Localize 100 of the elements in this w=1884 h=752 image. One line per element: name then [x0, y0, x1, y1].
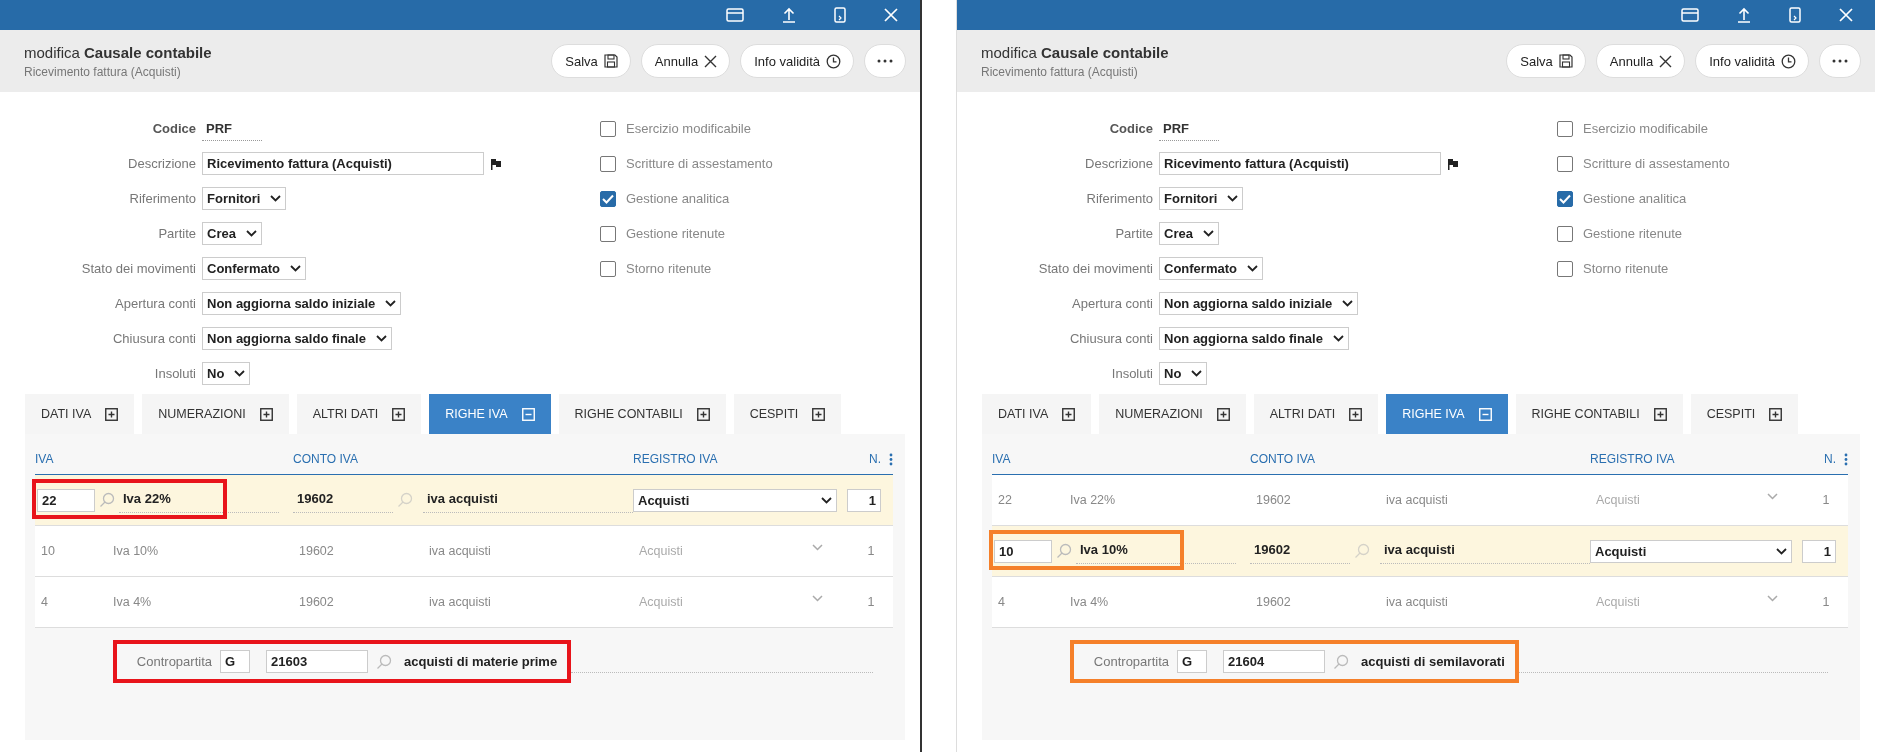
checkbox[interactable]	[1557, 155, 1573, 172]
description-field[interactable]: Ricevimento fattura (Acquisti)	[1159, 152, 1441, 175]
upload-icon[interactable]	[782, 7, 796, 23]
vertical-dots-icon[interactable]	[1844, 452, 1848, 466]
checkbox[interactable]	[600, 225, 616, 242]
vertical-dots-icon[interactable]	[889, 452, 893, 466]
save-button[interactable]: Salva	[1506, 44, 1586, 78]
dropdown[interactable]: Confermato	[202, 257, 306, 280]
tab[interactable]: CESPITI	[1690, 394, 1799, 434]
column-header: IVA	[992, 452, 1012, 466]
page-title: modifica Causale contabile	[24, 43, 212, 61]
tab[interactable]: ALTRI DATI	[1253, 394, 1379, 434]
plus-box-icon	[1653, 407, 1667, 421]
dropdown[interactable]: Crea	[1159, 222, 1219, 245]
table-cell-text: 1	[1821, 595, 1831, 609]
checkbox-label: Esercizio modificabile	[1583, 121, 1708, 136]
column-header: REGISTRO IVA	[1590, 452, 1676, 466]
table-cell-text: Iva 4%	[112, 595, 153, 609]
validity-button[interactable]: Info validità	[1695, 44, 1809, 78]
checkbox[interactable]	[600, 190, 616, 207]
table-cell: Acquisti	[1596, 493, 1640, 507]
tab[interactable]: RIGHE CONTABILI	[1515, 394, 1683, 434]
chevron-down-icon	[821, 496, 832, 504]
field-label: Stato dei movimenti	[80, 261, 196, 276]
tab[interactable]: CESPITI	[733, 394, 842, 434]
type-field[interactable]: G	[220, 650, 250, 673]
save-button[interactable]: Salva	[551, 44, 631, 78]
dropdown[interactable]: Fornitori	[1159, 187, 1244, 210]
tab[interactable]: NUMERAZIONI	[142, 394, 289, 434]
table-cell-text: Iva 10%	[112, 544, 160, 558]
type-field[interactable]: G	[1177, 650, 1207, 673]
account-field[interactable]: 21604	[1223, 650, 1325, 673]
dropdown[interactable]: No	[202, 362, 251, 385]
field-label: Contropartita	[1092, 654, 1169, 669]
tab[interactable]: NUMERAZIONI	[1099, 394, 1246, 434]
column-header: REGISTRO IVA	[633, 452, 719, 466]
dropdown[interactable]: Fornitori	[202, 187, 287, 210]
dropdown[interactable]: Acquisti	[1590, 539, 1792, 563]
validity-button[interactable]: Info validità	[740, 44, 854, 78]
chevron-down-icon	[812, 595, 823, 602]
checkbox-label: Storno ritenute	[1583, 261, 1669, 276]
close-icon[interactable]	[1839, 8, 1853, 22]
close-icon[interactable]	[884, 8, 898, 22]
checkbox-label: Storno ritenute	[626, 261, 712, 276]
dropdown[interactable]: Acquisti	[633, 488, 837, 512]
dropdown[interactable]: Non aggiorna saldo iniziale	[1159, 292, 1359, 315]
table-cell: 19602	[293, 487, 393, 513]
table-row[interactable]: 4 Iva 4% 19602 iva acquisti Acquisti 1	[992, 577, 1848, 628]
number-field[interactable]: 1	[847, 488, 881, 512]
tab[interactable]: RIGHE CONTABILI	[558, 394, 726, 434]
dropdown[interactable]: Non aggiorna saldo finale	[1159, 327, 1349, 350]
table-row[interactable]: 10 Iva 10% 19602 iva acquisti Acquisti 1	[35, 526, 893, 577]
flag-icon[interactable]	[1447, 157, 1459, 170]
table-row[interactable]: 4 Iva 4% 19602 iva acquisti Acquisti 1	[35, 577, 893, 628]
flag-icon[interactable]	[490, 157, 502, 170]
plus-box-icon	[696, 407, 710, 421]
field-label: Insoluti	[1110, 366, 1153, 381]
chevron-down-icon	[385, 300, 397, 307]
iva-field[interactable]: 22	[37, 488, 95, 512]
checkbox[interactable]	[600, 260, 616, 277]
upload-icon[interactable]	[1737, 7, 1751, 23]
checkbox[interactable]	[600, 120, 616, 137]
checkbox[interactable]	[1557, 190, 1573, 207]
tab[interactable]: DATI IVA	[982, 394, 1092, 434]
description-field[interactable]: Ricevimento fattura (Acquisti)	[202, 152, 484, 175]
field-label: Chiusura conti	[1068, 331, 1153, 346]
chevron-down-icon	[1227, 195, 1239, 202]
checkbox[interactable]	[600, 155, 616, 172]
dropdown[interactable]: Non aggiorna saldo finale	[202, 327, 392, 350]
dropdown[interactable]: Non aggiorna saldo iniziale	[202, 292, 402, 315]
phone-icon[interactable]	[834, 7, 846, 23]
dropdown[interactable]: Confermato	[1159, 257, 1263, 280]
dots-icon	[1832, 59, 1848, 63]
field-label: Riferimento	[128, 191, 196, 206]
window-icon[interactable]	[726, 8, 744, 22]
tab[interactable]: DATI IVA	[25, 394, 135, 434]
table-cell-text: iva acquisti	[1385, 493, 1449, 507]
checkbox[interactable]	[1557, 260, 1573, 277]
dropdown[interactable]: Crea	[202, 222, 262, 245]
table-cell-text: Iva 22%	[1069, 493, 1117, 507]
iva-field[interactable]: 10	[994, 539, 1052, 563]
account-field[interactable]: 21603	[266, 650, 368, 673]
close-icon	[704, 54, 718, 68]
window-icon[interactable]	[1681, 8, 1699, 22]
checkbox[interactable]	[1557, 120, 1573, 137]
checkbox-label: Scritture di assestamento	[626, 156, 773, 171]
dropdown[interactable]: No	[1159, 362, 1208, 385]
tab[interactable]: ALTRI DATI	[296, 394, 422, 434]
table-cell-text: 4	[997, 595, 1006, 609]
tab[interactable]: RIGHE IVA	[429, 394, 551, 434]
selected-row[interactable]: 22 Iva 22% 19602 iva acquisti Acquisti 1	[35, 475, 893, 526]
phone-icon[interactable]	[1789, 7, 1801, 23]
number-field[interactable]: 1	[1802, 539, 1836, 563]
cancel-button[interactable]: Annulla	[640, 44, 731, 78]
tab[interactable]: RIGHE IVA	[1386, 394, 1508, 434]
table-cell: 19602	[1250, 538, 1350, 564]
table-row[interactable]: 22 Iva 22% 19602 iva acquisti Acquisti 1	[992, 475, 1848, 526]
cancel-button[interactable]: Annulla	[1595, 44, 1686, 78]
selected-row[interactable]: 10 Iva 10% 19602 iva acquisti Acquisti 1	[992, 526, 1848, 577]
checkbox[interactable]	[1557, 225, 1573, 242]
